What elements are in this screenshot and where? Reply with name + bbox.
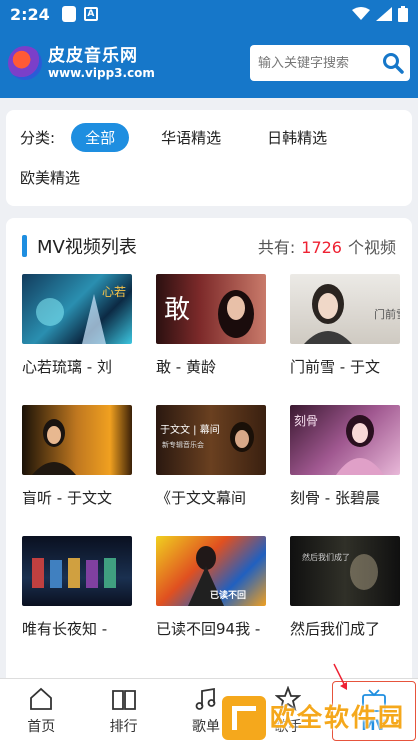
- mv-thumbnail[interactable]: 然后我们成了: [290, 536, 400, 606]
- video-count-number: 1726: [301, 238, 342, 257]
- mv-thumbnail[interactable]: 敢: [156, 274, 266, 344]
- mv-thumbnail[interactable]: 于文文 | 幕间新专辑音乐会: [156, 405, 266, 475]
- logo-icon[interactable]: [8, 46, 42, 80]
- app-notification-icon: A: [83, 7, 98, 21]
- search-box: [250, 45, 410, 81]
- watermark-logo-icon: [222, 695, 266, 740]
- mv-title: 敢 - 黄龄: [156, 358, 216, 376]
- svg-text:敢: 敢: [164, 295, 190, 325]
- mv-title: 盲听 - 于文文: [22, 489, 112, 507]
- nav-label: 排行: [109, 719, 138, 735]
- battery-icon: [398, 6, 408, 22]
- mv-item[interactable]: 敢 敢 - 黄龄: [156, 274, 266, 405]
- svg-text:于文文 | 幕间: 于文文 | 幕间: [160, 423, 220, 436]
- mv-item[interactable]: 已读不回 已读不回94我 -: [156, 536, 266, 667]
- nav-home[interactable]: 首页: [0, 679, 82, 743]
- mv-title: 心若琉璃 - 刘: [22, 358, 112, 376]
- signal-icon: [376, 7, 392, 21]
- video-count-prefix: 共有:: [257, 238, 296, 257]
- mv-thumbnail[interactable]: 刻骨: [290, 405, 400, 475]
- wifi-icon: [352, 7, 370, 20]
- mv-title: 《于文文幕间: [156, 489, 247, 507]
- mv-title: 然后我们成了: [290, 620, 381, 638]
- svg-text:新专辑音乐会: 新专辑音乐会: [162, 440, 204, 449]
- home-icon: [30, 687, 53, 710]
- mv-title: 已读不回94我 -: [156, 620, 261, 638]
- nav-label: 首页: [27, 719, 56, 735]
- category-jpkr[interactable]: 日韩精选: [253, 123, 341, 152]
- nav-ranking[interactable]: 排行: [82, 679, 164, 743]
- nav-label: 歌单: [192, 719, 221, 735]
- search-input[interactable]: [258, 55, 378, 71]
- search-icon[interactable]: [382, 52, 404, 74]
- mv-item[interactable]: 刻骨 刻骨 - 张碧晨: [290, 405, 400, 536]
- site-url: www.vipp3.com: [48, 66, 155, 80]
- mv-item[interactable]: 盲听 - 于文文: [22, 405, 132, 536]
- mv-item[interactable]: 门前雪 门前雪 - 于文: [290, 274, 400, 405]
- status-bar: 2:24 A: [0, 0, 418, 28]
- category-all[interactable]: 全部: [71, 122, 130, 152]
- mv-thumbnail[interactable]: 已读不回: [156, 536, 266, 606]
- book-icon: [111, 690, 136, 710]
- mv-thumbnail[interactable]: 心若: [22, 274, 132, 344]
- section-title: MV视频列表: [37, 237, 137, 258]
- svg-text:门前雪: 门前雪: [374, 307, 400, 321]
- svg-text:心若: 心若: [102, 285, 126, 299]
- video-count-suffix: 个视频: [347, 238, 396, 257]
- video-count: 共有: 1726 个视频: [258, 234, 396, 258]
- category-western[interactable]: 欧美精选: [6, 163, 94, 192]
- mv-thumbnail[interactable]: [22, 405, 132, 475]
- section-marker: [22, 235, 27, 257]
- svg-text:刻骨: 刻骨: [294, 414, 318, 428]
- mv-title: 刻骨 - 张碧晨: [290, 489, 380, 507]
- watermark-text: 欧全软件园: [270, 702, 406, 732]
- music-note-icon: [195, 687, 216, 710]
- mv-title: 唯有长夜知 -: [22, 620, 108, 638]
- mv-thumbnail[interactable]: [22, 536, 132, 606]
- site-name: 皮皮音乐网: [48, 46, 138, 66]
- status-time: 2:24: [10, 4, 50, 24]
- mv-title: 门前雪 - 于文: [290, 358, 380, 376]
- mv-list: MV视频列表 共有: 1726 个视频 心若 心若琉璃 - 刘 敢 敢 - 黄龄 门…: [6, 218, 412, 688]
- svg-text:已读不回: 已读不回: [210, 589, 246, 601]
- header: 皮皮音乐网 www.vipp3.com: [0, 28, 418, 98]
- mv-item[interactable]: 唯有长夜知 -: [22, 536, 132, 667]
- mv-item[interactable]: 于文文 | 幕间新专辑音乐会 《于文文幕间: [156, 405, 266, 536]
- mv-item[interactable]: 心若 心若琉璃 - 刘: [22, 274, 132, 405]
- category-filter: 分类: 全部 华语精选 日韩精选 欧美精选: [6, 110, 412, 206]
- notification-icon: [61, 6, 76, 22]
- mv-thumbnail[interactable]: 门前雪: [290, 274, 400, 344]
- mv-item[interactable]: 然后我们成了 然后我们成了: [290, 536, 400, 667]
- annotation-arrow-icon: [333, 663, 347, 690]
- watermark: 欧全软件园: [222, 692, 418, 743]
- svg-text:然后我们成了: 然后我们成了: [302, 552, 350, 562]
- category-label: 分类:: [20, 128, 56, 147]
- logo[interactable]: 皮皮音乐网 www.vipp3.com: [48, 46, 155, 80]
- category-chinese[interactable]: 华语精选: [147, 123, 235, 152]
